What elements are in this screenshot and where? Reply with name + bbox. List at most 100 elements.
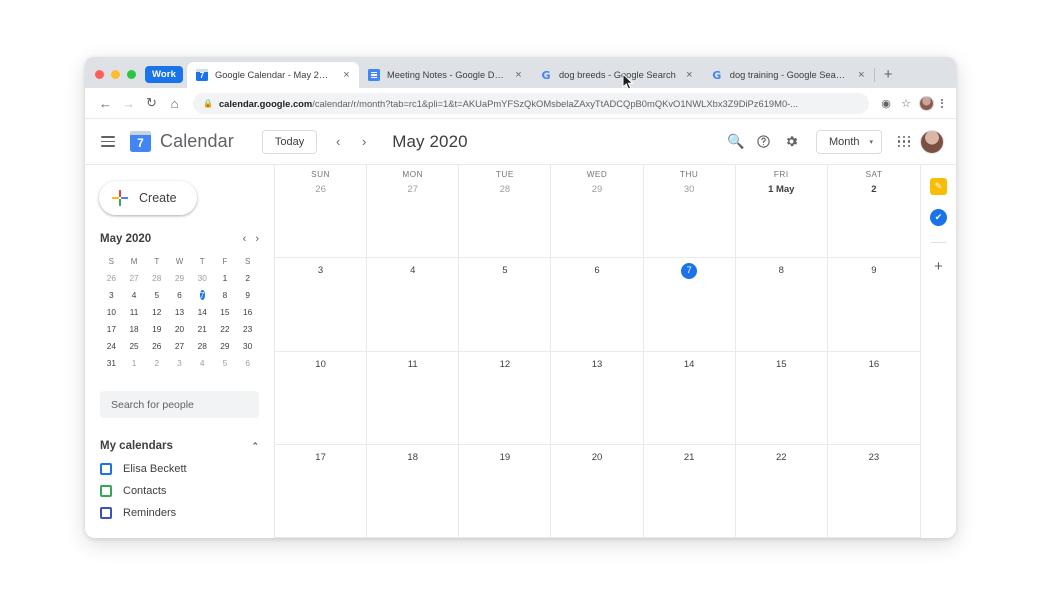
mini-calendar-day[interactable]: 18 <box>123 322 146 337</box>
day-number[interactable]: 22 <box>736 450 827 466</box>
mini-calendar-day[interactable]: 20 <box>168 322 191 337</box>
mini-calendar-day[interactable]: 7 <box>191 288 214 303</box>
mini-calendar-day[interactable]: 4 <box>191 356 214 371</box>
mini-calendar-day[interactable]: 26 <box>100 271 123 286</box>
mini-calendar-day[interactable]: 3 <box>168 356 191 371</box>
day-number[interactable]: 2 <box>828 182 920 198</box>
mini-calendar-day[interactable]: 21 <box>191 322 214 337</box>
day-number[interactable]: 3 <box>275 263 366 279</box>
browser-tab-google-calendar[interactable]: 7 Google Calendar - May 2020 × <box>186 62 359 88</box>
day-number[interactable]: 16 <box>828 357 920 373</box>
mini-calendar-day[interactable]: 5 <box>214 356 237 371</box>
mini-calendar-day[interactable]: 24 <box>100 339 123 354</box>
day-number[interactable]: 14 <box>644 357 735 373</box>
calendar-day-cell[interactable]: SUN 26 <box>275 165 368 259</box>
mini-calendar-day[interactable]: 4 <box>123 288 146 303</box>
close-tab-button[interactable]: × <box>512 69 525 81</box>
day-number[interactable]: 8 <box>736 263 827 279</box>
mini-calendar-day[interactable]: 2 <box>236 271 259 286</box>
calendar-day-cell[interactable]: TUE 28 <box>459 165 552 259</box>
calendar-day-cell[interactable]: 8 <box>735 258 828 352</box>
mini-calendar-day[interactable]: 27 <box>123 271 146 286</box>
new-tab-button[interactable]: + <box>875 67 902 88</box>
today-button[interactable]: Today <box>261 129 318 154</box>
mini-calendar-day[interactable]: 26 <box>145 339 168 354</box>
day-number[interactable]: 28 <box>459 182 550 198</box>
hamburger-menu-icon[interactable] <box>101 136 115 147</box>
day-number[interactable]: 30 <box>644 182 735 198</box>
calendar-day-cell[interactable]: 13 <box>551 351 644 445</box>
calendar-day-cell[interactable]: 3 <box>275 258 368 352</box>
google-keep-icon[interactable]: ✎ <box>930 178 947 195</box>
mini-calendar-day[interactable]: 6 <box>168 288 191 303</box>
bookmark-star-icon[interactable]: ☆ <box>896 97 916 110</box>
google-apps-icon[interactable] <box>898 135 910 148</box>
day-number[interactable]: 6 <box>551 263 642 279</box>
close-tab-button[interactable]: × <box>855 69 868 81</box>
page-view-icon[interactable]: ◉ <box>876 97 896 110</box>
day-number[interactable]: 9 <box>828 263 920 279</box>
settings-gear-icon[interactable] <box>778 128 806 156</box>
help-icon[interactable] <box>750 128 778 156</box>
mini-calendar-day[interactable]: 1 <box>123 356 146 371</box>
mini-calendar-day[interactable]: 3 <box>100 288 123 303</box>
back-button[interactable]: ← <box>94 92 117 115</box>
mini-next-month-button[interactable]: › <box>255 233 259 245</box>
address-bar[interactable]: 🔒 calendar.google.com/calendar/r/month?t… <box>193 92 869 114</box>
calendar-day-cell[interactable]: 19 <box>459 444 552 538</box>
mini-calendar-day[interactable]: 28 <box>145 271 168 286</box>
browser-menu-icon[interactable] <box>937 98 947 108</box>
maximize-window-button[interactable] <box>127 70 136 79</box>
calendar-checkbox[interactable] <box>100 485 112 497</box>
add-addon-button[interactable]: + <box>934 259 943 274</box>
next-month-button[interactable]: › <box>352 130 376 154</box>
mini-calendar-day[interactable]: 28 <box>191 339 214 354</box>
mini-calendar-day[interactable]: 12 <box>145 305 168 320</box>
minimize-window-button[interactable] <box>111 70 120 79</box>
forward-button[interactable]: → <box>117 92 140 115</box>
calendar-day-cell[interactable]: 9 <box>827 258 920 352</box>
account-avatar[interactable] <box>920 129 944 154</box>
calendar-day-cell[interactable]: WED 29 <box>551 165 644 259</box>
calendar-day-cell[interactable]: 18 <box>367 444 460 538</box>
calendar-day-cell[interactable]: 12 <box>459 351 552 445</box>
mini-calendar-day[interactable]: 11 <box>123 305 146 320</box>
mini-calendar-day[interactable]: 22 <box>214 322 237 337</box>
profile-chip[interactable]: Work <box>145 66 183 83</box>
my-calendars-section-header[interactable]: My calendars ⌃ <box>100 440 259 452</box>
calendar-day-cell[interactable]: 22 <box>735 444 828 538</box>
close-window-button[interactable] <box>95 70 104 79</box>
day-number[interactable]: 27 <box>367 182 458 198</box>
mini-calendar-day[interactable]: 23 <box>236 322 259 337</box>
close-tab-button[interactable]: × <box>683 69 696 81</box>
calendar-day-cell[interactable]: 15 <box>735 351 828 445</box>
calendar-day-cell[interactable]: 6 <box>551 258 644 352</box>
calendar-list-item[interactable]: Elisa Beckett <box>85 458 274 480</box>
mini-calendar-day[interactable]: 29 <box>168 271 191 286</box>
day-number[interactable]: 11 <box>367 357 458 373</box>
calendar-checkbox[interactable] <box>100 463 112 475</box>
search-for-people-input[interactable]: Search for people <box>100 391 259 418</box>
mini-prev-month-button[interactable]: ‹ <box>243 233 247 245</box>
home-button[interactable]: ⌂ <box>163 92 186 115</box>
day-number[interactable]: 20 <box>551 450 642 466</box>
calendar-day-cell[interactable]: FRI 1 May <box>735 165 828 259</box>
browser-tab-meeting-notes[interactable]: Meeting Notes - Google Docs × <box>359 62 531 88</box>
mini-calendar-day[interactable]: 10 <box>100 305 123 320</box>
day-number[interactable]: 19 <box>459 450 550 466</box>
mini-calendar-day[interactable]: 30 <box>236 339 259 354</box>
day-number[interactable]: 4 <box>367 263 458 279</box>
mini-calendar-day[interactable]: 31 <box>100 356 123 371</box>
calendar-list-item[interactable]: Contacts <box>85 480 274 502</box>
calendar-day-cell[interactable]: 23 <box>827 445 920 538</box>
day-number[interactable]: 21 <box>644 450 735 466</box>
search-icon[interactable]: 🔍 <box>722 128 750 156</box>
calendar-day-cell[interactable]: SAT 2 <box>827 165 920 259</box>
mini-calendar-day[interactable]: 2 <box>145 356 168 371</box>
calendar-day-cell[interactable]: 10 <box>275 351 368 445</box>
day-number[interactable]: 18 <box>367 450 458 466</box>
browser-tab-dog-breeds[interactable]: G dog breeds - Google Search × <box>531 62 702 88</box>
mini-calendar-day[interactable]: 8 <box>214 288 237 303</box>
reload-button[interactable]: ↻ <box>140 92 163 115</box>
google-tasks-icon[interactable]: ✔ <box>930 209 947 226</box>
